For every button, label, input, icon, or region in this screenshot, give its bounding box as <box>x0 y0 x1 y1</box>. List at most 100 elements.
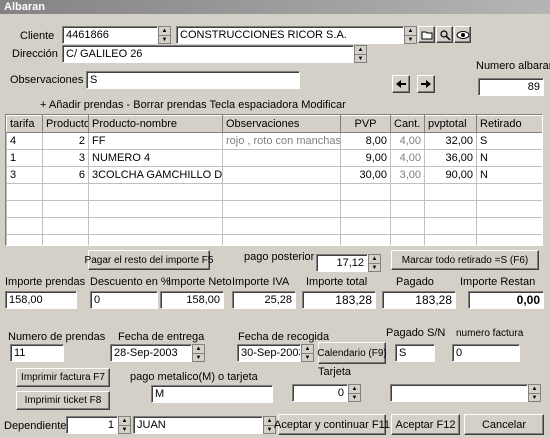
cell-pvp[interactable]: 9,00 <box>340 149 391 167</box>
calendario-button[interactable]: Calendario (F9) <box>317 342 387 364</box>
cell-cant[interactable]: 3,00 <box>390 166 425 184</box>
pago-posterior-spinner[interactable]: ▲ ▼ <box>368 254 381 272</box>
cell-nombre[interactable]: NUMERO 4 <box>88 149 223 167</box>
pago-metalico-field[interactable]: M <box>151 385 273 403</box>
cell-obs[interactable] <box>222 166 341 184</box>
tarjeta-select-dropdown[interactable]: ▲ ▼ <box>528 384 541 402</box>
dependiente-name-field[interactable]: JUAN <box>133 416 263 434</box>
eye-icon[interactable] <box>454 26 471 43</box>
fecha-recogida-spinner[interactable]: ▲ ▼ <box>301 344 314 362</box>
cell-pvp[interactable]: 30,00 <box>340 166 391 184</box>
tarjeta-select[interactable] <box>390 384 528 402</box>
grid-hint-text: + Añadir prendas - Borrar prendas Tecla … <box>40 99 346 111</box>
pago-posterior-field[interactable]: 17,12 <box>316 254 368 272</box>
search-icon[interactable] <box>436 26 453 43</box>
cell-nombre[interactable]: 3COLCHA GAMCHILLO DE M <box>88 166 223 184</box>
cell-tarifa[interactable]: 4 <box>6 132 43 150</box>
cliente-code-field[interactable]: 4461866 <box>62 26 158 44</box>
cell-nombre[interactable]: FF <box>88 132 223 150</box>
imprimir-ticket-button[interactable]: Imprimir ticket F8 <box>16 391 110 410</box>
numero-prendas-label: Numero de prendas <box>8 331 106 343</box>
table-row[interactable]: 4 2 FF rojo , roto con manchas 8,00 4,00… <box>6 132 542 150</box>
cell-tarifa[interactable]: 3 <box>6 166 43 184</box>
importe-neto-field[interactable]: 158,00 <box>160 291 224 309</box>
direccion-spinner[interactable]: ▲ ▼ <box>354 45 367 63</box>
pagado-sn-field[interactable]: S <box>395 344 435 362</box>
importe-neto-label: Importe Neto <box>168 276 232 288</box>
aceptar-button[interactable]: Aceptar F12 <box>391 414 460 435</box>
importe-total-field[interactable]: 183,28 <box>302 291 376 309</box>
col-cant[interactable]: Cant. <box>390 115 425 133</box>
table-row-empty[interactable] <box>6 234 542 245</box>
cell-producto[interactable]: 2 <box>42 132 89 150</box>
cancelar-button[interactable]: Cancelar <box>464 414 544 435</box>
cliente-label: Cliente <box>20 30 55 42</box>
numero-factura-field[interactable]: 0 <box>452 344 520 362</box>
cell-cant[interactable]: 4,00 <box>390 149 425 167</box>
importe-restan-field[interactable]: 0,00 <box>468 291 544 309</box>
dependiente-code-field[interactable]: 1 <box>66 416 118 434</box>
cell-obs[interactable]: rojo , roto con manchas <box>222 132 341 150</box>
descuento-label: Descuento en % <box>90 276 171 288</box>
importe-prendas-label: Importe prendas <box>5 276 86 288</box>
cell-tarifa[interactable]: 1 <box>6 149 43 167</box>
cell-retirado[interactable]: S <box>476 132 542 150</box>
col-retirado[interactable]: Retirado <box>476 115 542 133</box>
cell-total[interactable]: 36,00 <box>424 149 477 167</box>
table-row-empty[interactable] <box>6 183 542 201</box>
observaciones-field[interactable]: S <box>86 71 300 89</box>
importe-prendas-field[interactable]: 158,00 <box>5 291 77 309</box>
col-pvp[interactable]: PVP <box>340 115 391 133</box>
table-row-empty[interactable] <box>6 200 542 218</box>
fecha-entrega-spinner[interactable]: ▲ ▼ <box>192 344 205 362</box>
cliente-name-spinner[interactable]: ▲ ▼ <box>404 26 417 44</box>
pagado-sn-label: Pagado S/N <box>386 327 446 339</box>
cell-retirado[interactable]: N <box>476 149 542 167</box>
numero-factura-label: numero factura <box>456 328 524 339</box>
prendas-grid[interactable]: tarifa Producto Producto-nombre Observac… <box>5 114 543 246</box>
importe-total-label: Importe total <box>306 276 368 288</box>
direccion-label: Dirección <box>12 48 58 60</box>
importe-iva-field[interactable]: 25,28 <box>232 291 296 309</box>
cell-total[interactable]: 90,00 <box>424 166 477 184</box>
window-title: Albaran <box>0 0 550 14</box>
fecha-recogida-field[interactable]: 30-Sep-2003 <box>237 344 301 362</box>
tarjeta-spinner[interactable]: ▲ ▼ <box>348 384 361 402</box>
arrow-right-icon[interactable] <box>417 75 435 93</box>
cliente-name-field[interactable]: CONSTRUCCIONES RICOR S.A. <box>176 26 404 44</box>
pagado-field[interactable]: 183,28 <box>382 291 456 309</box>
table-row-empty[interactable] <box>6 217 542 235</box>
col-producto-nombre[interactable]: Producto-nombre <box>88 115 223 133</box>
direccion-field[interactable]: C/ GALILEO 26 <box>62 45 354 63</box>
imprimir-factura-button[interactable]: Imprimir factura F7 <box>16 368 110 387</box>
aceptar-continuar-button[interactable]: Aceptar y continuar F11 <box>274 414 390 435</box>
folder-icon[interactable] <box>418 26 435 43</box>
cell-producto[interactable]: 6 <box>42 166 89 184</box>
col-observaciones[interactable]: Observaciones <box>222 115 341 133</box>
fecha-entrega-label: Fecha de entrega <box>118 331 205 343</box>
col-tarifa[interactable]: tarifa <box>6 115 43 133</box>
col-producto[interactable]: Producto <box>42 115 89 133</box>
cell-obs[interactable] <box>222 149 341 167</box>
arrow-left-icon[interactable] <box>392 75 410 93</box>
fecha-entrega-field[interactable]: 28-Sep-2003 <box>110 344 192 362</box>
pago-posterior-label: pago posterior <box>244 251 315 263</box>
numero-albaran-field[interactable]: 89 <box>478 78 544 96</box>
cliente-code-spinner[interactable]: ▲ ▼ <box>158 26 171 44</box>
cell-producto[interactable]: 3 <box>42 149 89 167</box>
tarjeta-label: Tarjeta <box>318 366 352 378</box>
dependiente-code-spinner[interactable]: ▲ ▼ <box>118 416 131 434</box>
cell-pvp[interactable]: 8,00 <box>340 132 391 150</box>
cell-total[interactable]: 32,00 <box>424 132 477 150</box>
grid-header-row: tarifa Producto Producto-nombre Observac… <box>6 115 542 133</box>
col-pvptotal[interactable]: pvptotal <box>424 115 477 133</box>
cell-cant[interactable]: 4,00 <box>390 132 425 150</box>
marcar-retirado-button[interactable]: Marcar todo retirado =S (F6) <box>391 250 539 270</box>
descuento-field[interactable]: 0 <box>90 291 158 309</box>
tarjeta-field[interactable]: 0 <box>292 384 348 402</box>
pagar-resto-button[interactable]: Pagar el resto del importe F5 <box>85 250 213 270</box>
table-row[interactable]: 3 6 3COLCHA GAMCHILLO DE M 30,00 3,00 90… <box>6 166 542 184</box>
table-row[interactable]: 1 3 NUMERO 4 9,00 4,00 36,00 N <box>6 149 542 167</box>
cell-retirado[interactable]: N <box>476 166 542 184</box>
numero-prendas-field[interactable]: 11 <box>10 344 64 362</box>
